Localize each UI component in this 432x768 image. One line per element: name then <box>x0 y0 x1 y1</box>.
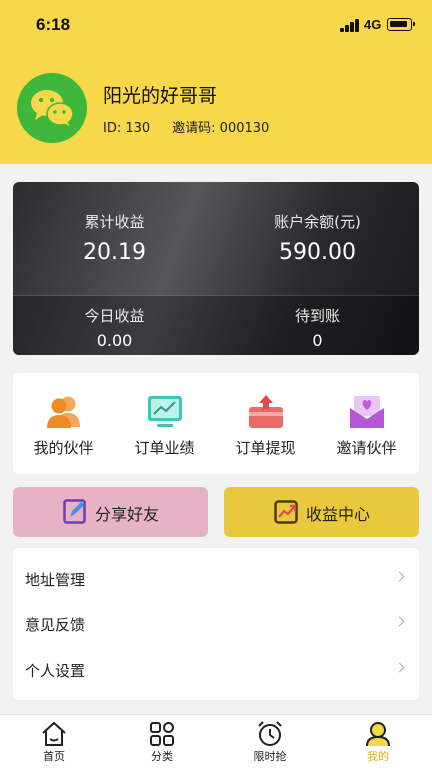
user-icon <box>366 722 390 747</box>
pending-earnings: 待到账 0 <box>216 305 419 350</box>
status-bar: 6:18 4G <box>0 0 432 50</box>
status-time: 6:18 <box>36 15 71 34</box>
home-icon <box>42 721 66 746</box>
order-withdraw-button[interactable]: 订单提现 <box>215 373 316 474</box>
tab-mine-label: 我的 <box>367 750 389 763</box>
user-id: ID: 130 <box>103 121 151 136</box>
partners-icon <box>47 396 80 428</box>
total-earnings: 累计收益 20.19 <box>13 211 216 265</box>
settings-label: 个人设置 <box>25 662 86 680</box>
pending-earnings-value: 0 <box>312 331 323 350</box>
menu-item-settings[interactable]: 个人设置 <box>13 647 419 693</box>
total-earnings-value: 20.19 <box>83 240 146 265</box>
tab-home-label: 首页 <box>43 750 65 763</box>
today-earnings-label: 今日收益 <box>84 307 145 325</box>
invite-partner-button[interactable]: 邀请伙伴 <box>316 373 417 474</box>
today-earnings-value: 0.00 <box>96 331 133 350</box>
account-balance: 账户余额(元) 590.00 <box>216 211 419 265</box>
tab-home[interactable]: 首页 <box>0 715 108 768</box>
today-earnings: 今日收益 0.00 <box>13 305 216 350</box>
user-name: 阳光的好哥哥 <box>103 85 218 107</box>
avatar[interactable] <box>17 73 87 143</box>
order-withdraw-label: 订单提现 <box>235 439 296 457</box>
account-balance-value: 590.00 <box>279 240 356 265</box>
tab-flash-sale-label: 限时抢 <box>253 750 287 763</box>
network-label: 4G <box>364 17 382 32</box>
income-center-label: 收益中心 <box>306 505 371 524</box>
menu-item-address[interactable]: 地址管理 <box>13 556 419 602</box>
quick-actions: 我的伙伴 订单业绩 订单提现 邀请伙伴 <box>13 373 419 474</box>
share-friends-button[interactable]: 分享好友 <box>13 487 208 537</box>
tab-flash-sale[interactable]: 限时抢 <box>216 715 324 768</box>
tab-mine[interactable]: 我的 <box>324 715 432 768</box>
user-meta: ID: 130 邀请码: 000130 <box>103 117 291 136</box>
menu-item-feedback[interactable]: 意见反馈 <box>13 601 419 647</box>
pending-earnings-label: 待到账 <box>294 307 340 325</box>
battery-icon <box>387 18 415 31</box>
total-earnings-label: 累计收益 <box>84 213 145 231</box>
share-friends-label: 分享好友 <box>95 505 160 524</box>
invite-partner-label: 邀请伙伴 <box>336 439 397 457</box>
chevron-right-icon <box>394 616 405 627</box>
order-performance-label: 订单业绩 <box>134 439 195 457</box>
share-edit-icon <box>63 499 86 524</box>
alarm-clock-icon <box>258 721 282 746</box>
chevron-right-icon <box>394 571 405 582</box>
account-balance-label: 账户余额(元) <box>274 213 361 231</box>
tab-category[interactable]: 分类 <box>108 715 216 768</box>
signal-icon <box>340 19 360 32</box>
income-center-button[interactable]: 收益中心 <box>224 487 419 537</box>
wechat-icon <box>31 90 74 126</box>
chevron-right-icon <box>394 662 405 673</box>
address-label: 地址管理 <box>25 571 86 589</box>
withdraw-icon <box>249 395 283 428</box>
settings-menu: 地址管理 意见反馈 个人设置 <box>13 548 419 700</box>
category-grid-icon <box>150 722 174 746</box>
invite-code: 邀请码: 000130 <box>172 121 270 136</box>
order-performance-button[interactable]: 订单业绩 <box>114 373 215 474</box>
tab-category-label: 分类 <box>151 750 173 763</box>
monitor-chart-icon <box>148 396 182 427</box>
my-partners-button[interactable]: 我的伙伴 <box>13 373 114 474</box>
feedback-label: 意见反馈 <box>25 616 86 634</box>
income-chart-icon <box>274 500 298 524</box>
my-partners-label: 我的伙伴 <box>33 439 94 457</box>
earnings-card: 累计收益 20.19 账户余额(元) 590.00 今日收益 0.00 待到账 … <box>13 182 419 355</box>
tab-bar: 首页 分类 限时抢 我的 <box>0 714 432 768</box>
invite-envelope-icon <box>350 396 384 428</box>
